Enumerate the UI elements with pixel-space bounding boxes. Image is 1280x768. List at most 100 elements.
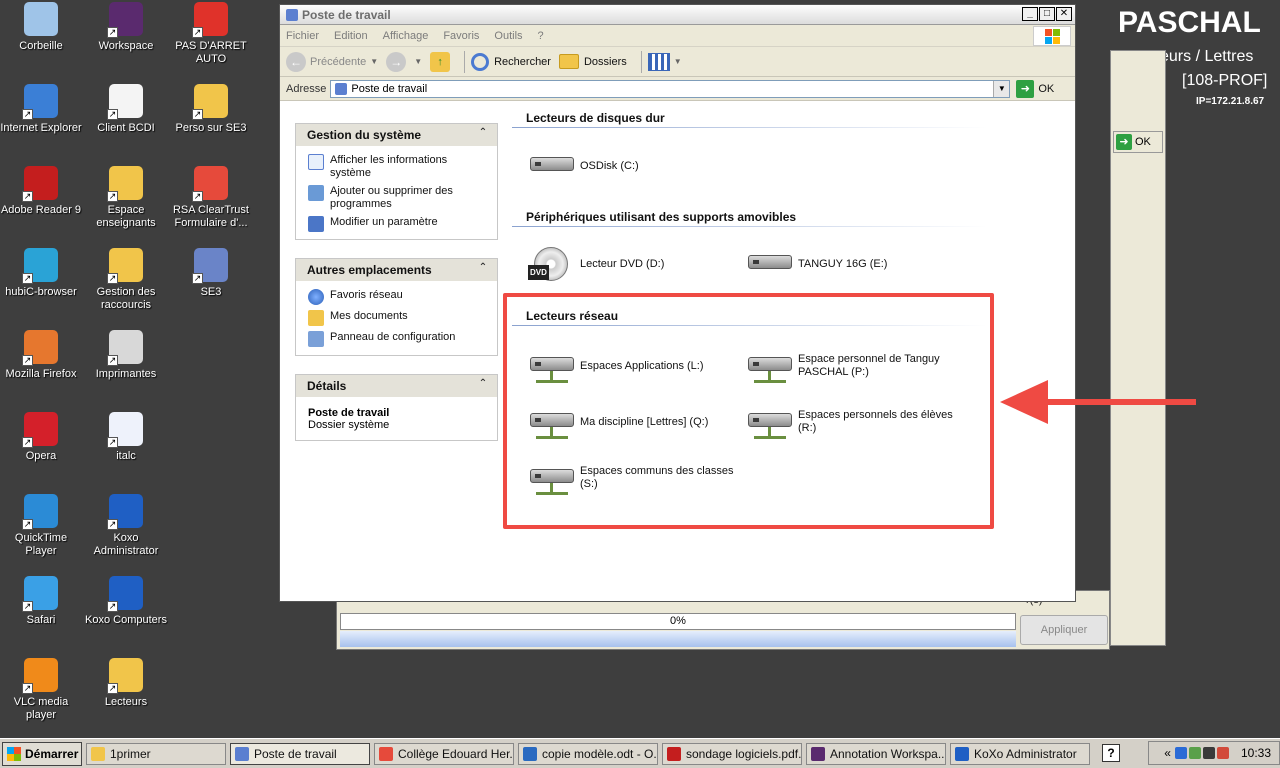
- printers-icon: ↗: [107, 330, 143, 366]
- shortcut-arrow-icon: ↗: [22, 273, 33, 284]
- shortcut-arrow-icon: ↗: [107, 27, 118, 38]
- task-change-setting[interactable]: Modifier un paramètre: [308, 216, 485, 232]
- views-button[interactable]: ▼: [647, 52, 682, 71]
- desktop-icon-label: Espace enseignants: [96, 204, 156, 229]
- help-icon[interactable]: ?: [1102, 744, 1120, 762]
- desktop-icon-0[interactable]: Corbeille: [0, 2, 82, 53]
- start-button[interactable]: Démarrer: [2, 741, 82, 766]
- banner-computer: [108-PROF]: [1182, 72, 1268, 89]
- details-header[interactable]: Détails ⌃: [296, 375, 497, 397]
- search-button[interactable]: Rechercher: [471, 52, 551, 71]
- taskbar-button[interactable]: KoXo Administrator: [950, 742, 1090, 765]
- desktop-icon-2[interactable]: ↗ PAS D'ARRET AUTO: [170, 2, 252, 66]
- collapse-icon[interactable]: ⌃: [477, 263, 489, 275]
- koxo-ok-button[interactable]: ➜ OK: [1113, 131, 1163, 153]
- back-button[interactable]: ← Précédente ▼: [286, 51, 378, 72]
- forward-button[interactable]: → ▼: [386, 51, 422, 72]
- shield-tray-icon[interactable]: [1188, 747, 1201, 759]
- place-control-panel[interactable]: Panneau de configuration: [308, 331, 485, 347]
- desktop-icon-19[interactable]: ↗ Koxo Computers: [85, 576, 167, 627]
- folders-button[interactable]: Dossiers: [558, 54, 627, 69]
- menu-affichage[interactable]: Affichage: [383, 30, 429, 42]
- shortcut-arrow-icon: ↗: [22, 109, 33, 120]
- up-button[interactable]: ↑: [430, 51, 451, 72]
- task-add-remove-programs[interactable]: Ajouter ou supprimer des programmes: [308, 185, 485, 211]
- search-label: Rechercher: [494, 55, 551, 68]
- system-tasks-header[interactable]: Gestion du système ⌃: [296, 124, 497, 146]
- taskbar-button[interactable]: copie modèle.odt - O...: [518, 742, 658, 765]
- app-icon: [667, 746, 681, 761]
- update-tray-icon[interactable]: [1216, 747, 1229, 759]
- tray-expand-chevron[interactable]: «: [1164, 746, 1171, 760]
- desktop-icon-10[interactable]: ↗ Gestion des raccourcis: [85, 248, 167, 312]
- minimize-button[interactable]: _: [1022, 7, 1038, 21]
- desktop-icon-4[interactable]: ↗ Client BCDI: [85, 84, 167, 135]
- taskbar-button[interactable]: Poste de travail: [230, 742, 370, 765]
- menu-outils[interactable]: Outils: [494, 30, 522, 42]
- network-tray-icon[interactable]: [1174, 747, 1187, 759]
- shortcut-arrow-icon: ↗: [22, 601, 33, 612]
- menu-help[interactable]: ?: [538, 30, 544, 42]
- drive-c[interactable]: OSDisk (C:): [528, 147, 738, 185]
- desktop-icon-21[interactable]: ↗ Lecteurs: [85, 658, 167, 709]
- desktop-icon-17[interactable]: ↗ Koxo Administrator: [85, 494, 167, 558]
- desktop-icon-12[interactable]: ↗ Mozilla Firefox: [0, 330, 82, 381]
- place-network[interactable]: Favoris réseau: [308, 289, 485, 305]
- se3-icon: ↗: [192, 248, 228, 284]
- desktop-icon-18[interactable]: ↗ Safari: [0, 576, 82, 627]
- shortcut-arrow-icon: ↗: [22, 355, 33, 366]
- collapse-icon[interactable]: ⌃: [477, 128, 489, 140]
- desktop-icon-6[interactable]: ↗ Adobe Reader 9: [0, 166, 82, 217]
- desktop-icon-16[interactable]: ↗ QuickTime Player: [0, 494, 82, 558]
- folder-up-icon: ↑: [430, 51, 451, 72]
- place-my-documents[interactable]: Mes documents: [308, 310, 485, 326]
- address-dropdown[interactable]: ▼: [993, 80, 1010, 97]
- other-places-header[interactable]: Autres emplacements ⌃: [296, 259, 497, 281]
- desktop-icon-13[interactable]: ↗ Imprimantes: [85, 330, 167, 381]
- desktop-icon-label: SE3: [200, 286, 222, 298]
- details-type: Dossier système: [308, 419, 390, 431]
- start-label: Démarrer: [25, 746, 79, 761]
- taskbar-button[interactable]: Collège Edouard Her...: [374, 742, 514, 765]
- desktop-icon-1[interactable]: ↗ Workspace: [85, 2, 167, 53]
- desktop-icon-label: Perso sur SE3: [175, 122, 247, 134]
- place-label: Panneau de configuration: [330, 331, 456, 343]
- group-divider: [512, 127, 987, 128]
- menu-edition[interactable]: Edition: [334, 30, 368, 42]
- task-system-info[interactable]: Afficher les informations système: [308, 154, 485, 180]
- task-label: Afficher les informations système: [330, 154, 448, 179]
- desktop-icon-5[interactable]: ↗ Perso sur SE3: [170, 84, 252, 135]
- drive-e[interactable]: TANGUY 16G (E:): [746, 245, 956, 283]
- desktop-icon-20[interactable]: ↗ VLC media player: [0, 658, 82, 722]
- close-button[interactable]: ✕: [1056, 7, 1072, 21]
- menu-fichier[interactable]: Fichier: [286, 30, 319, 42]
- apply-button[interactable]: Appliquer: [1020, 615, 1108, 645]
- maximize-button[interactable]: □: [1039, 7, 1055, 21]
- desktop-icon-11[interactable]: ↗ SE3: [170, 248, 252, 299]
- taskbar-button[interactable]: 1primer: [86, 742, 226, 765]
- go-button[interactable]: ➜ OK: [1016, 79, 1054, 98]
- collapse-icon[interactable]: ⌃: [477, 379, 489, 391]
- workspace-icon: ↗: [107, 2, 143, 38]
- koxo-background-window[interactable]: ➜ OK: [1110, 50, 1166, 646]
- volume-tray-icon[interactable]: [1202, 747, 1215, 759]
- taskbar-button[interactable]: sondage logiciels.pdf...: [662, 742, 802, 765]
- desktop-icon-7[interactable]: ↗ Espace enseignants: [85, 166, 167, 230]
- menu-favoris[interactable]: Favoris: [443, 30, 479, 42]
- desktop-icon-9[interactable]: ↗ hubiC-browser: [0, 248, 82, 299]
- taskbar-button[interactable]: Annotation Workspa...: [806, 742, 946, 765]
- koxo-ok-label: OK: [1135, 136, 1151, 148]
- clock[interactable]: 10:33: [1241, 746, 1271, 760]
- desktop-icon-3[interactable]: ↗ Internet Explorer: [0, 84, 82, 135]
- desktop-icon-15[interactable]: ↗ italc: [85, 412, 167, 463]
- place-label: Mes documents: [330, 310, 408, 322]
- drive-d[interactable]: DVD Lecteur DVD (D:): [528, 245, 738, 283]
- folder-icon: [558, 54, 579, 69]
- desktop-icon-14[interactable]: ↗ Opera: [0, 412, 82, 463]
- annotation-arrow-icon: [1000, 380, 1196, 424]
- windows-flag-icon: [1045, 29, 1061, 44]
- address-input[interactable]: Poste de travail ▼: [330, 79, 1011, 98]
- title-bar[interactable]: Poste de travail _ □ ✕: [280, 5, 1075, 25]
- details-pane: Détails ⌃ Poste de travail Dossier systè…: [295, 374, 498, 441]
- desktop-icon-8[interactable]: ↗ RSA ClearTrust Formulaire d'...: [170, 166, 252, 230]
